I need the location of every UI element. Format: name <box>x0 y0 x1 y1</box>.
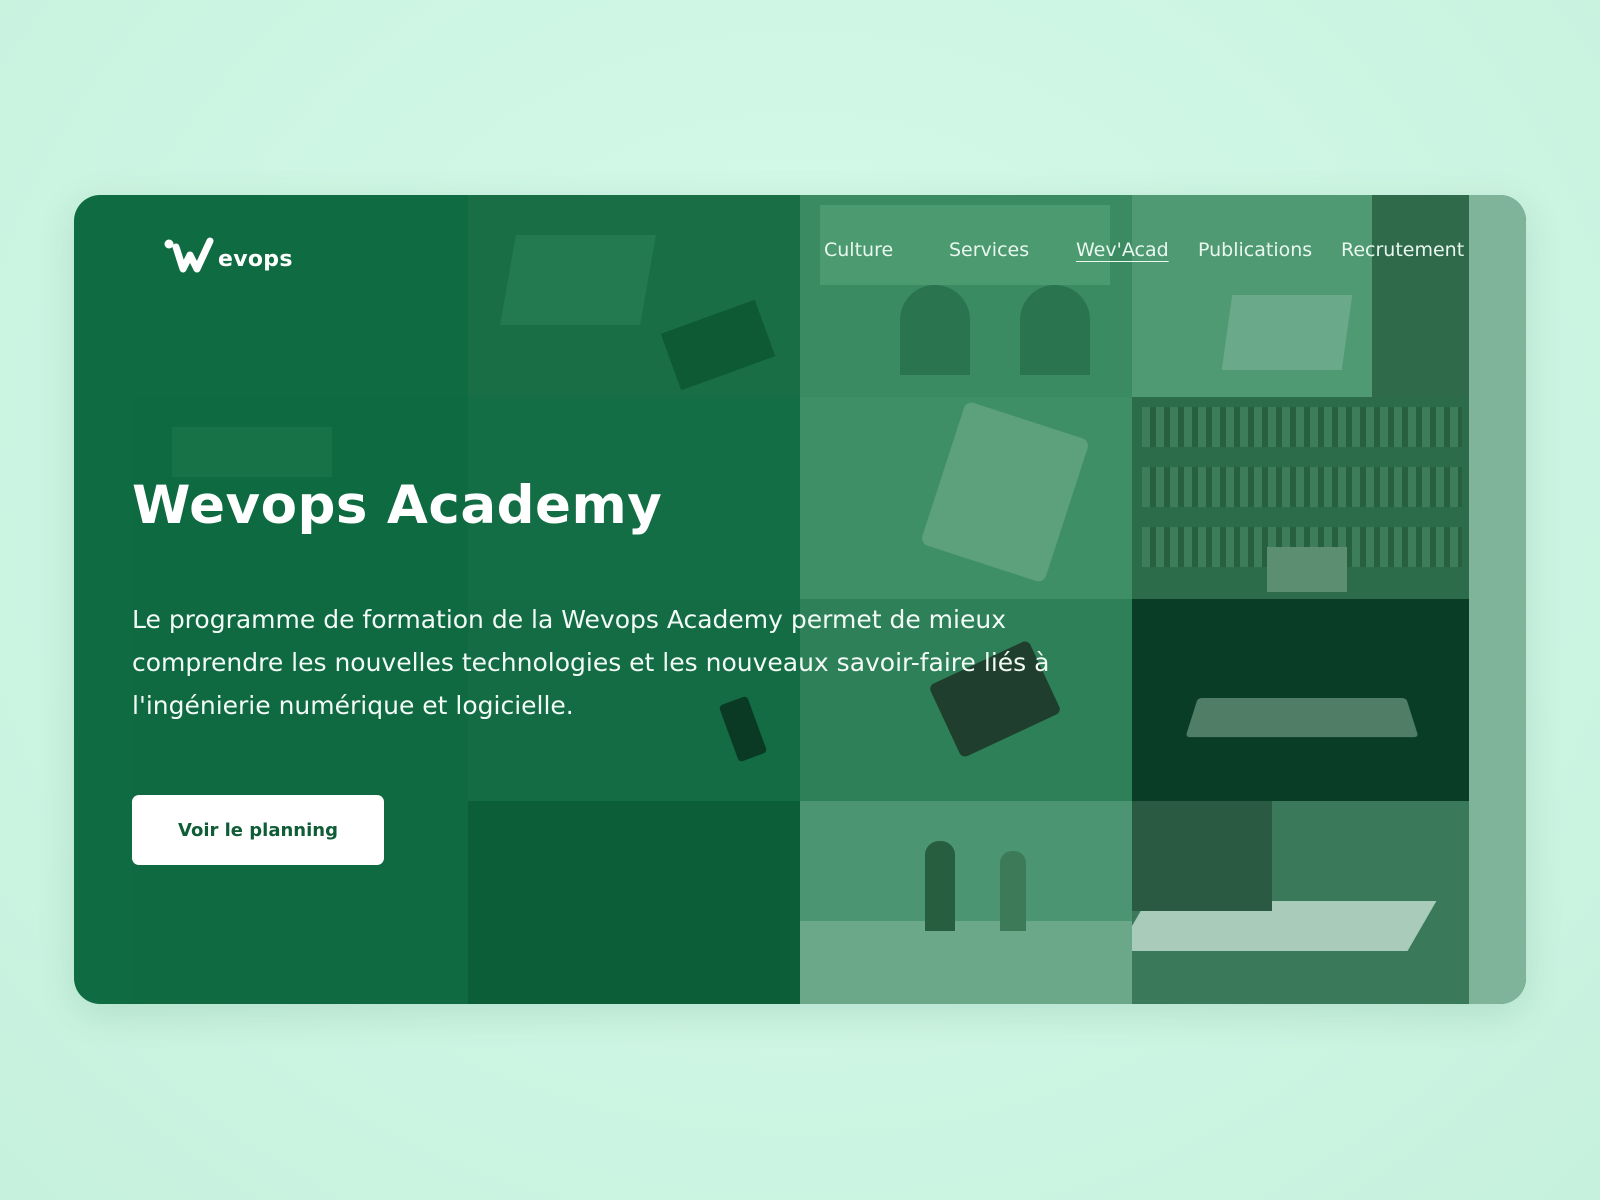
photo-desk-keyboard <box>468 195 800 397</box>
photo-tablet <box>800 397 1132 599</box>
nav-item-wevacad[interactable]: Wev'Acad <box>1076 239 1198 261</box>
photo-team-meeting <box>800 195 1132 397</box>
right-edge-overlay <box>1469 195 1526 1004</box>
photo-hand <box>468 801 800 1004</box>
hero-description: Le programme de formation de la Wevops A… <box>132 605 1050 720</box>
page-title: Wevops Academy <box>132 475 663 536</box>
nav-item-recrutement[interactable]: Recrutement <box>1341 239 1471 261</box>
wevops-w-logo-icon <box>164 237 214 273</box>
photo-laptop-work <box>1132 195 1469 397</box>
photo-library <box>1132 397 1469 599</box>
photo-whiteboard <box>800 801 1132 1004</box>
nav-item-services[interactable]: Services <box>949 239 1076 261</box>
main-nav: Culture Services Wev'Acad Publications R… <box>824 239 1471 261</box>
nav-item-publications[interactable]: Publications <box>1198 239 1341 261</box>
hero-card: evops Culture Services Wev'Acad Publicat… <box>74 195 1526 1004</box>
voir-planning-button[interactable]: Voir le planning <box>132 795 384 865</box>
photo-laptop-dark <box>1132 599 1469 801</box>
brand-logo[interactable]: evops <box>164 237 293 275</box>
photo-macbook <box>1132 801 1469 1004</box>
nav-item-culture[interactable]: Culture <box>824 239 949 261</box>
brand-logo-text: evops <box>218 246 293 272</box>
